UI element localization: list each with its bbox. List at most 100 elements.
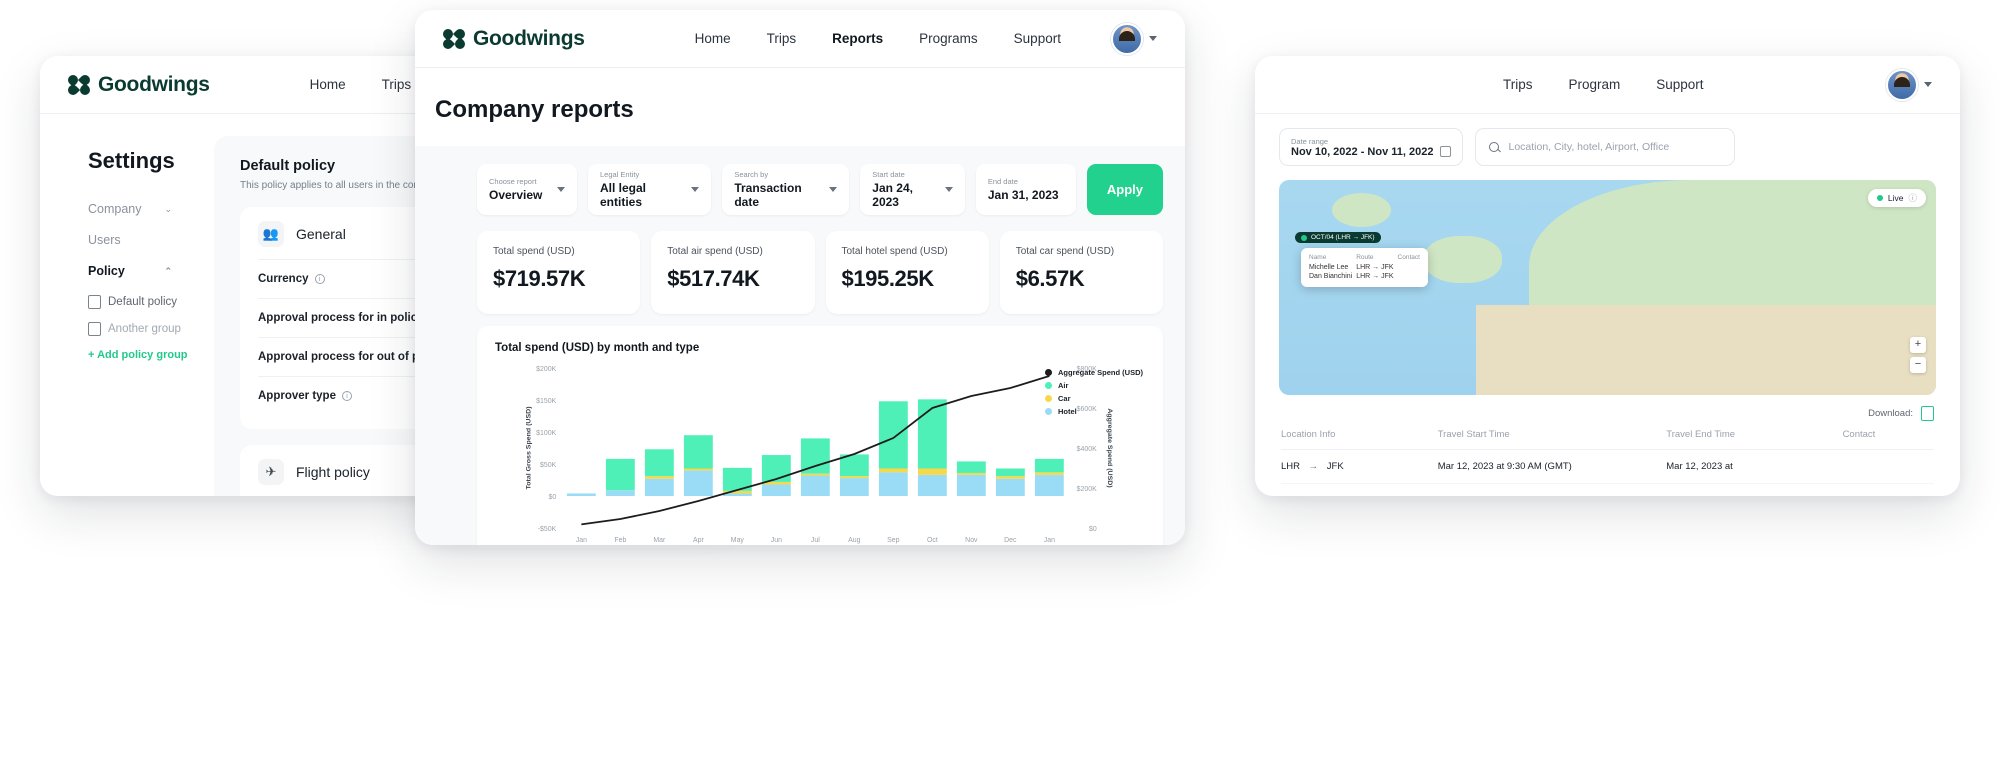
chart-bar-segment[interactable]	[839, 476, 869, 479]
chart-bar-segment[interactable]	[683, 470, 713, 496]
x-axis-tick-label: Sep	[887, 535, 899, 544]
brand-logo[interactable]: Goodwings	[440, 26, 585, 51]
chart-bar-segment[interactable]	[839, 478, 869, 496]
legend-item[interactable]: Car	[1044, 394, 1143, 403]
chart-bar-segment[interactable]	[800, 473, 830, 476]
nav-item-program[interactable]: Program	[1569, 77, 1621, 92]
search-by-select[interactable]: Search by Transaction date	[722, 164, 850, 215]
chart-bar-segment[interactable]	[605, 458, 635, 491]
map-canvas[interactable]: Live ⓘ OCT/04 (LHR → JFK) Name Route Con…	[1279, 180, 1936, 395]
info-icon[interactable]: i	[314, 274, 325, 284]
tooltip-row: Dan Bianchini LHR → JFK	[1309, 272, 1420, 281]
chart-bar-segment[interactable]	[917, 474, 947, 496]
brand-name: Goodwings	[98, 72, 210, 96]
chart-bar-segment[interactable]	[878, 472, 908, 496]
chart-bar-segment[interactable]	[878, 401, 908, 469]
avatar[interactable]	[1886, 68, 1918, 101]
chart-bar-segment[interactable]	[644, 449, 674, 477]
choose-report-label: Choose report	[489, 177, 537, 186]
chart-bar-segment[interactable]	[878, 468, 908, 473]
chevron-down-icon[interactable]	[829, 187, 838, 192]
general-card-title: General	[296, 226, 346, 242]
nav-item-trips[interactable]: Trips	[382, 77, 412, 92]
map-zoom-controls[interactable]: + −	[1910, 337, 1926, 373]
zoom-out-button[interactable]: −	[1910, 357, 1926, 373]
sidebar-item-policy[interactable]: Policy ⌃	[88, 264, 172, 278]
csv-download-icon[interactable]	[1921, 406, 1934, 421]
chevron-down-icon[interactable]	[557, 187, 565, 192]
sidebar-subitem-default-policy[interactable]: Default policy	[88, 295, 200, 309]
chart-bar-segment[interactable]	[956, 472, 986, 475]
chart-bar-segment[interactable]	[956, 474, 986, 496]
chart-bar-segment[interactable]	[761, 455, 791, 482]
chart-bar-segment[interactable]	[605, 490, 635, 496]
map-search-input[interactable]: Location, City, hotel, Airport, Office	[1475, 128, 1736, 166]
y-axis-tick-label: $100K	[536, 428, 556, 437]
chart-bar-segment[interactable]	[683, 468, 713, 471]
route-pill[interactable]: OCT/04 (LHR → JFK)	[1295, 232, 1381, 243]
chart-bar-segment[interactable]	[995, 476, 1025, 479]
nav-item-support[interactable]: Support	[1656, 77, 1703, 92]
chart-bar-segment[interactable]	[1034, 472, 1064, 475]
chevron-down-icon[interactable]	[1149, 36, 1157, 41]
chart-bar-segment[interactable]	[644, 478, 674, 496]
legend-item[interactable]: Aggregate Spend (USD)	[1044, 368, 1143, 377]
choose-report-select[interactable]: Choose report Overview	[477, 164, 577, 215]
chart-bar-segment[interactable]	[761, 484, 791, 496]
nav-item-trips[interactable]: Trips	[1503, 77, 1533, 92]
screenshot-stage: Goodwings Home Trips Program Settings Co…	[0, 0, 2000, 779]
user-menu[interactable]	[1886, 68, 1932, 101]
nav-item-support[interactable]: Support	[1014, 31, 1061, 46]
legend-item[interactable]: Hotel	[1044, 407, 1143, 416]
sidebar-subitem-another-group[interactable]: Another group	[88, 322, 200, 336]
chart-bar-segment[interactable]	[800, 475, 830, 496]
route-to: JFK	[1327, 495, 1344, 496]
y-axis-tick-label: $200K	[536, 364, 556, 373]
chart-bar-segment[interactable]	[1034, 474, 1064, 496]
chart-bar-segment[interactable]	[995, 468, 1025, 477]
nav-item-home[interactable]: Home	[310, 77, 346, 92]
chart-bar-segment[interactable]	[917, 468, 947, 475]
nav-item-programs[interactable]: Programs	[919, 31, 978, 46]
chart-bar-segment[interactable]	[995, 478, 1025, 496]
brand-logo[interactable]: Goodwings	[65, 72, 210, 97]
search-icon	[1489, 142, 1500, 152]
arrow-right-icon: →	[1309, 495, 1319, 496]
live-badge[interactable]: Live ⓘ	[1867, 189, 1926, 207]
map-topbar: Trips Program Support	[1255, 56, 1960, 114]
end-date-select[interactable]: End date Jan 31, 2023	[975, 164, 1076, 215]
date-range-field[interactable]: Date range Nov 10, 2022 - Nov 11, 2022	[1279, 128, 1464, 166]
chart-bar-segment[interactable]	[722, 493, 752, 496]
legend-item[interactable]: Air	[1044, 381, 1143, 390]
calendar-icon[interactable]	[1440, 146, 1452, 157]
table-row[interactable]: LHR → JFK Mar 12, 2023 at 9:30 AM (GMT) …	[1281, 450, 1934, 484]
chart-bar-segment[interactable]	[1034, 458, 1064, 473]
add-policy-group-button[interactable]: + Add policy group	[88, 349, 200, 361]
chevron-down-icon[interactable]	[1924, 82, 1932, 87]
chart-bar-segment[interactable]	[644, 476, 674, 479]
sidebar-item-users[interactable]: Users	[88, 233, 172, 247]
info-icon[interactable]: ⓘ	[1908, 192, 1917, 204]
legal-entity-select[interactable]: Legal Entity All legal entities	[588, 164, 712, 215]
user-menu[interactable]	[1111, 22, 1157, 55]
chart-bar-segment[interactable]	[956, 461, 986, 473]
chart-bar-segment[interactable]	[800, 438, 830, 474]
start-date-select[interactable]: Start date Jan 24, 2023	[860, 164, 965, 215]
chevron-down-icon[interactable]	[691, 187, 700, 192]
apply-button[interactable]: Apply	[1086, 164, 1163, 215]
chart-bar-segment[interactable]	[566, 493, 596, 496]
avatar[interactable]	[1111, 22, 1143, 55]
sidebar-item-company[interactable]: Company ⌄	[88, 202, 172, 216]
chart-bar-segment[interactable]	[917, 399, 947, 469]
chevron-down-icon[interactable]	[944, 187, 953, 192]
nav-item-trips[interactable]: Trips	[767, 31, 797, 46]
nav-item-home[interactable]: Home	[695, 31, 731, 46]
x-axis-tick-label: Jan	[576, 535, 587, 544]
chart-plot-area[interactable]: $200K $150K $100K $50K $0 -$50K $800K $600K $400…	[495, 360, 1145, 545]
chart-bar-segment[interactable]	[683, 435, 713, 469]
table-row[interactable]: LHR → JFK Mar 12, 2023 at 9:30 AM (GMT) …	[1281, 484, 1934, 496]
zoom-in-button[interactable]: +	[1910, 337, 1926, 353]
download-label: Download:	[1868, 408, 1913, 419]
info-icon[interactable]: i	[341, 391, 352, 401]
nav-item-reports[interactable]: Reports	[832, 31, 883, 46]
